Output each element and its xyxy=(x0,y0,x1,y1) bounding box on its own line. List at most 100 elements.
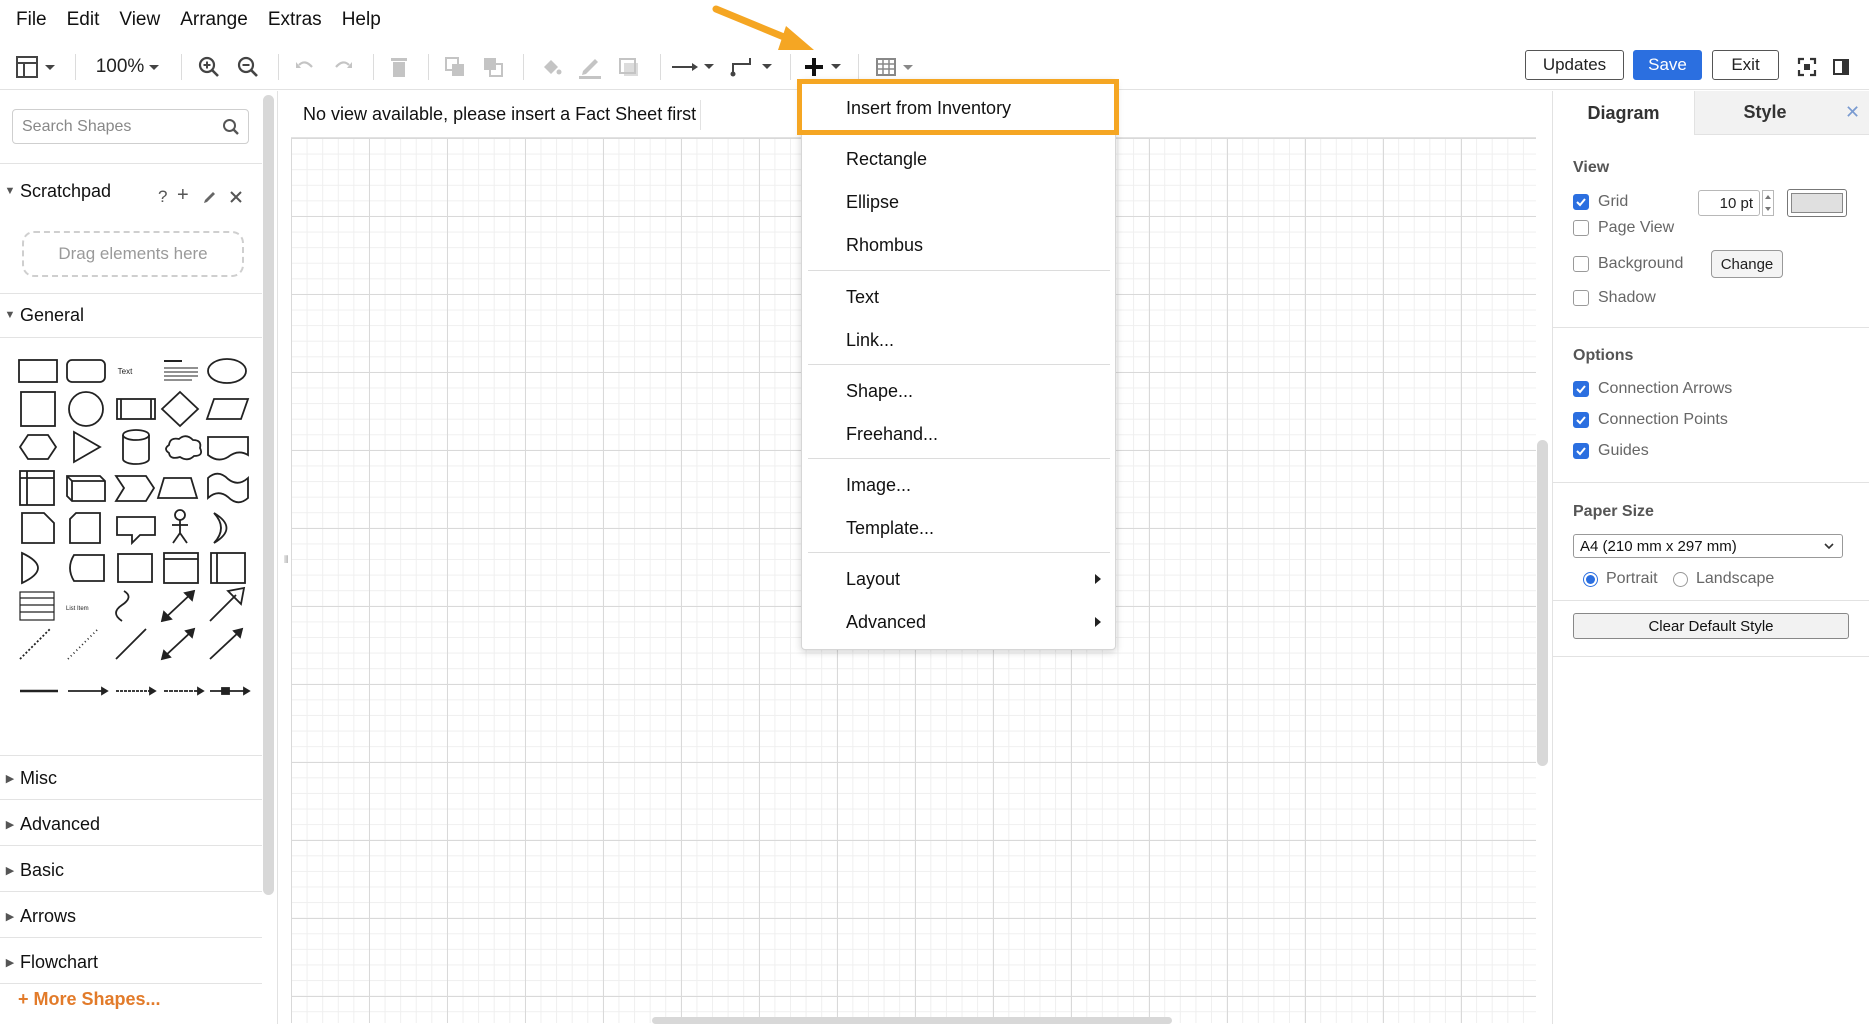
to-front-button[interactable] xyxy=(440,50,470,84)
menu-item-freehand[interactable]: Freehand... xyxy=(802,414,1115,454)
dotted-line-shape-icon xyxy=(67,628,99,660)
updates-button[interactable]: Updates xyxy=(1525,50,1624,80)
portrait-radio[interactable]: Portrait xyxy=(1583,570,1658,588)
tab-style[interactable]: Style xyxy=(1695,91,1835,135)
menu-view[interactable]: View xyxy=(109,9,170,31)
sidebar-resize-handle[interactable]: ⦀ xyxy=(284,555,288,566)
page-view-label: Page View xyxy=(1598,219,1675,236)
menu-item-rectangle[interactable]: Rectangle xyxy=(802,139,1115,179)
menu-item-label: Layout xyxy=(846,568,901,589)
clear-default-style-button[interactable]: Clear Default Style xyxy=(1573,613,1849,639)
close-icon[interactable] xyxy=(229,190,243,204)
menu-item-image[interactable]: Image... xyxy=(802,465,1115,505)
zoom-in-button[interactable] xyxy=(194,50,224,84)
grid-color-swatch[interactable] xyxy=(1787,189,1847,217)
frame-shape-icon xyxy=(117,553,153,583)
search-shapes-input[interactable]: Search Shapes xyxy=(12,109,249,144)
checkbox-unchecked-icon xyxy=(1573,220,1589,236)
process-shape-icon xyxy=(116,398,156,420)
undo-button[interactable] xyxy=(290,50,320,84)
menu-file[interactable]: File xyxy=(6,9,57,31)
close-format-panel-icon[interactable]: ✕ xyxy=(1835,91,1869,135)
basic-section-header[interactable]: ▶ Basic xyxy=(0,850,262,890)
arrows-section-header[interactable]: ▶ Arrows xyxy=(0,896,262,936)
tab-diagram[interactable]: Diagram xyxy=(1553,91,1695,135)
canvas-vertical-scrollbar[interactable] xyxy=(1537,440,1548,766)
background-checkbox[interactable]: Background xyxy=(1573,255,1683,273)
menu-item-text[interactable]: Text xyxy=(802,277,1115,317)
delete-button[interactable] xyxy=(384,50,414,84)
guides-label: Guides xyxy=(1598,442,1649,459)
general-shapes-palette[interactable]: Text List Item xyxy=(14,345,254,735)
pencil-icon xyxy=(579,59,601,79)
menu-item-ellipse[interactable]: Ellipse xyxy=(802,182,1115,222)
more-shapes-link[interactable]: + More Shapes... xyxy=(18,989,161,1010)
checkbox-unchecked-icon xyxy=(1573,256,1589,272)
edit-pencil-icon[interactable] xyxy=(202,189,218,205)
advanced-section-header[interactable]: ▶ Advanced xyxy=(0,804,262,844)
misc-section-header[interactable]: ▶ Misc xyxy=(0,758,262,798)
connection-arrows-checkbox[interactable]: Connection Arrows xyxy=(1573,380,1732,398)
expanded-triangle-icon: ▼ xyxy=(4,185,16,197)
help-icon[interactable]: ? xyxy=(158,187,167,207)
panel-right-icon xyxy=(1833,59,1849,75)
toggle-format-panel-button[interactable] xyxy=(1828,50,1854,84)
swimlane-shape-icon xyxy=(210,552,246,584)
grid-size-spinner-icon[interactable] xyxy=(1762,190,1774,216)
checkbox-checked-icon xyxy=(1573,443,1589,459)
format-panel-toggle-button[interactable] xyxy=(14,50,60,84)
section-label: Basic xyxy=(20,859,65,880)
change-background-button[interactable]: Change xyxy=(1711,250,1783,278)
menu-extras[interactable]: Extras xyxy=(258,9,332,31)
zoom-dropdown[interactable]: 100% xyxy=(92,50,166,84)
collapsed-triangle-icon: ▶ xyxy=(5,956,15,969)
menu-item-link[interactable]: Link... xyxy=(802,320,1115,360)
options-section-title: Options xyxy=(1573,347,1634,364)
fullscreen-button[interactable] xyxy=(1794,50,1820,84)
menu-edit[interactable]: Edit xyxy=(57,9,110,31)
delay-shape-icon xyxy=(21,551,39,585)
shadow-checkbox[interactable]: Shadow xyxy=(1573,289,1656,307)
sidebar-scrollbar[interactable] xyxy=(263,95,274,895)
flowchart-section-header[interactable]: ▶ Flowchart xyxy=(0,942,262,982)
guides-checkbox[interactable]: Guides xyxy=(1573,442,1649,460)
scratchpad-title: Scratchpad xyxy=(20,180,112,201)
general-section-header[interactable]: ▼ General xyxy=(0,295,262,335)
connector-2-labels-shape-icon xyxy=(116,686,157,696)
tape-shape-icon xyxy=(207,472,249,504)
menu-item-rhombus[interactable]: Rhombus xyxy=(802,225,1115,265)
menu-help[interactable]: Help xyxy=(332,9,391,31)
grid-checkbox[interactable]: Grid xyxy=(1573,193,1628,211)
step-shape-icon xyxy=(114,475,156,502)
list-item-shape-icon: List Item xyxy=(66,606,89,612)
menu-item-template[interactable]: Template... xyxy=(802,508,1115,548)
shadow-button[interactable] xyxy=(614,50,644,84)
save-button[interactable]: Save xyxy=(1633,50,1702,80)
chevron-down-icon xyxy=(149,65,160,70)
menu-arrange[interactable]: Arrange xyxy=(170,9,258,31)
to-back-button[interactable] xyxy=(478,50,508,84)
landscape-radio[interactable]: Landscape xyxy=(1673,570,1774,588)
connector-symbol-shape-icon xyxy=(210,686,251,696)
page-view-checkbox[interactable]: Page View xyxy=(1573,219,1674,237)
redo-button[interactable] xyxy=(328,50,358,84)
shadow-icon xyxy=(619,58,638,76)
paper-size-select[interactable]: A4 (210 mm x 297 mm) xyxy=(1573,534,1843,558)
menu-item-advanced[interactable]: Advanced xyxy=(802,602,1115,642)
search-icon[interactable] xyxy=(222,118,240,136)
dashed-line-shape-icon xyxy=(19,628,51,660)
scratchpad-drop-zone[interactable]: Drag elements here xyxy=(22,231,244,277)
redo-icon xyxy=(335,61,352,68)
canvas-horizontal-scrollbar[interactable] xyxy=(652,1017,1172,1024)
zoom-out-button[interactable] xyxy=(233,50,263,84)
connection-points-checkbox[interactable]: Connection Points xyxy=(1573,411,1728,429)
plus-icon: + xyxy=(18,989,34,1009)
add-icon[interactable]: + xyxy=(177,184,189,207)
menu-item-shape[interactable]: Shape... xyxy=(802,371,1115,411)
fill-color-button[interactable] xyxy=(536,50,566,84)
scratchpad-header[interactable]: ▼ Scratchpad xyxy=(0,171,262,211)
exit-button[interactable]: Exit xyxy=(1712,50,1779,80)
grid-size-input[interactable]: 10 pt xyxy=(1698,190,1760,216)
line-color-button[interactable] xyxy=(575,50,605,84)
menu-item-layout[interactable]: Layout xyxy=(802,559,1115,599)
